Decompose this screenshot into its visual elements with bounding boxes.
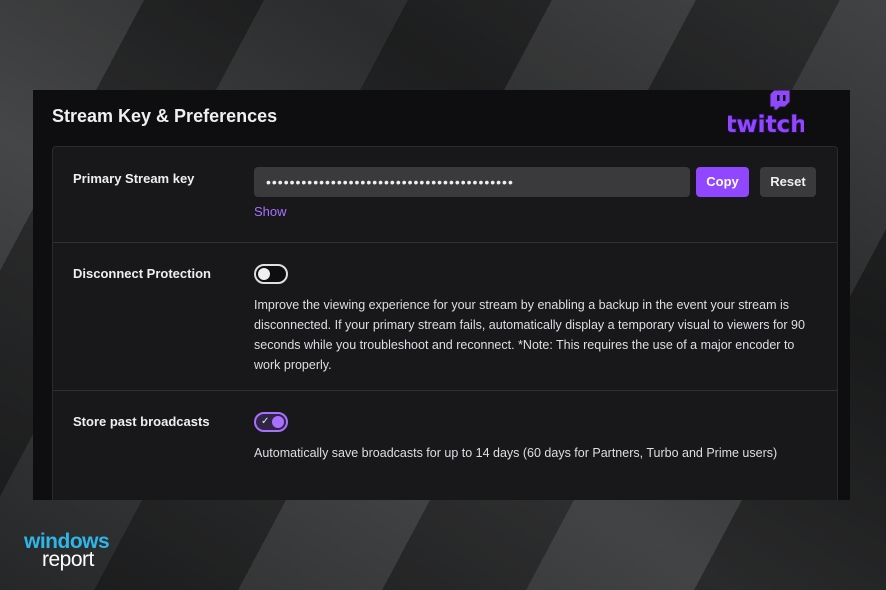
windows-report-logo: windows report — [24, 530, 124, 574]
disconnect-protection-row: Disconnect Protection Improve the viewin… — [53, 243, 837, 391]
stream-key-field[interactable]: ••••••••••••••••••••••••••••••••••••••••… — [254, 167, 690, 197]
svg-text:twitch: twitch — [728, 112, 804, 136]
show-key-link[interactable]: Show — [254, 204, 287, 219]
stream-preferences-panel: Stream Key & Preferences twitch Primary … — [33, 90, 850, 500]
stream-key-label: Primary Stream key — [73, 171, 195, 186]
settings-card: Primary Stream key •••••••••••••••••••••… — [52, 146, 838, 500]
checkmark-icon: ✓ — [261, 416, 270, 427]
store-past-broadcasts-label: Store past broadcasts — [73, 414, 210, 429]
copy-button[interactable]: Copy — [696, 167, 749, 197]
toggle-knob — [272, 416, 284, 428]
toggle-knob — [258, 268, 270, 280]
disconnect-protection-description: Improve the viewing experience for your … — [254, 298, 805, 372]
windows-report-line2: report — [42, 548, 94, 571]
store-past-broadcasts-row: Store past broadcasts ✓ Automatically sa… — [53, 391, 837, 500]
stream-key-row: Primary Stream key •••••••••••••••••••••… — [53, 147, 837, 243]
reset-button[interactable]: Reset — [760, 167, 816, 197]
store-past-broadcasts-description: Automatically save broadcasts for up to … — [254, 446, 778, 460]
twitch-logo: twitch — [728, 90, 804, 136]
disconnect-protection-label: Disconnect Protection — [73, 266, 211, 281]
disconnect-protection-toggle[interactable] — [254, 264, 288, 284]
page-title: Stream Key & Preferences — [52, 106, 278, 126]
store-past-broadcasts-toggle[interactable]: ✓ — [254, 412, 288, 432]
